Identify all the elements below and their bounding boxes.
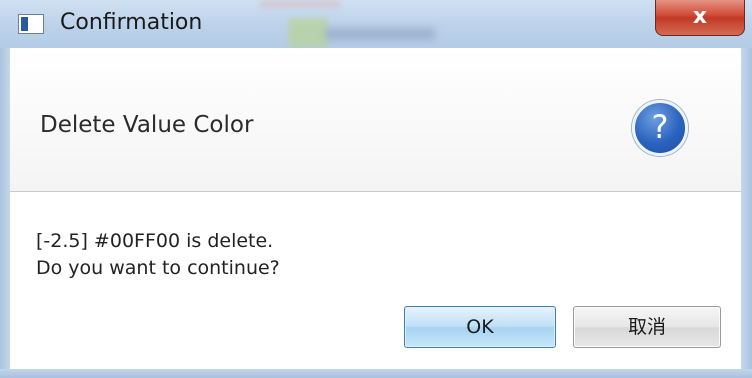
message-line-1: [-2.5] #00FF00 is delete. bbox=[36, 230, 274, 252]
dialog-header: Delete Value Color ? bbox=[10, 48, 741, 192]
question-icon: ? bbox=[632, 100, 688, 156]
background-blur bbox=[260, 0, 340, 8]
window-title: Confirmation bbox=[60, 10, 203, 35]
window-app-icon bbox=[18, 14, 44, 34]
dialog-content: [-2.5] #00FF00 is delete. Do you want to… bbox=[10, 192, 741, 369]
confirmation-dialog: Confirmation x Delete Value Color ? [-2.… bbox=[0, 0, 752, 378]
background-blur bbox=[325, 28, 435, 40]
message-line-2: Do you want to continue? bbox=[36, 257, 280, 279]
background-blur bbox=[288, 18, 328, 48]
close-button[interactable]: x bbox=[655, 0, 745, 36]
window-frame-right bbox=[741, 48, 752, 378]
window-frame-left bbox=[0, 48, 10, 378]
window-frame-bottom bbox=[0, 369, 752, 378]
header-text: Delete Value Color bbox=[40, 112, 254, 138]
cancel-button[interactable]: 取消 bbox=[573, 306, 721, 348]
title-bar[interactable]: Confirmation x bbox=[0, 0, 752, 48]
dialog-message: [-2.5] #00FF00 is delete. Do you want to… bbox=[36, 228, 280, 282]
ok-button[interactable]: OK bbox=[404, 306, 556, 348]
